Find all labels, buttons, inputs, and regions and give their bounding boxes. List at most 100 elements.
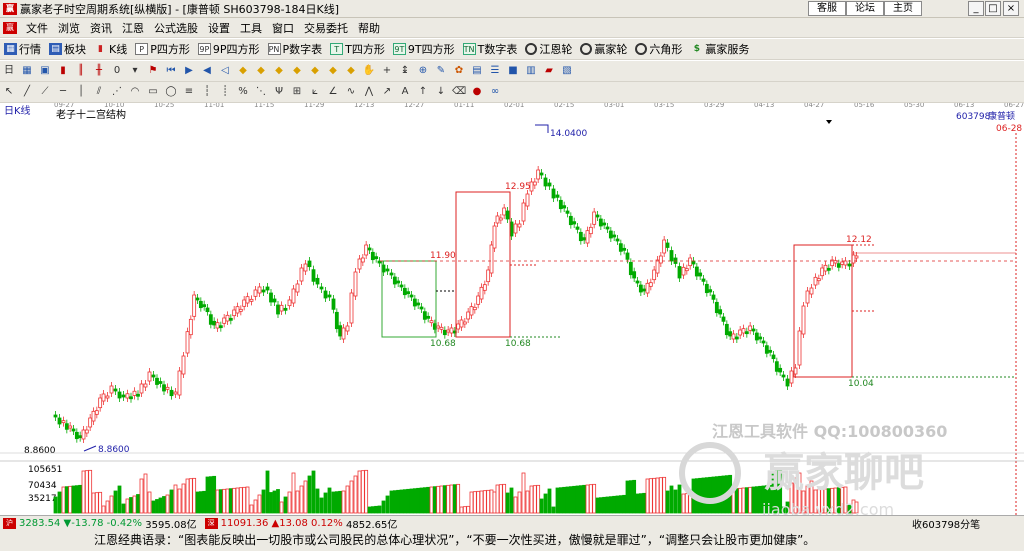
minimize-button[interactable]: _ (968, 1, 984, 16)
menu-window[interactable]: 窗口 (267, 20, 299, 36)
candle (283, 307, 288, 311)
volume-bar (406, 488, 411, 514)
menu-tools[interactable]: 工具 (235, 20, 267, 36)
toolbar-hexagon[interactable]: 六角形 (635, 41, 682, 57)
toolbar-p-square[interactable]: P P四方形 (135, 41, 190, 57)
first-icon[interactable]: ⏮ (164, 64, 178, 78)
toolbar-p-table[interactable]: PN P数字表 (267, 41, 322, 57)
diamond2-icon[interactable]: ◆ (254, 64, 268, 78)
diamond7-icon[interactable]: ◆ (344, 64, 358, 78)
forum-link[interactable]: 论坛 (846, 1, 884, 16)
save-icon[interactable]: ■ (506, 64, 520, 78)
edit-icon[interactable]: ✎ (434, 64, 448, 78)
toolbar-service[interactable]: $ 赢家服务 (690, 41, 750, 57)
angle-icon[interactable]: ∠ (326, 85, 340, 99)
down-arrow-icon[interactable]: ↓ (434, 85, 448, 99)
flag-icon[interactable]: ⚑ (146, 64, 160, 78)
cycle-icon[interactable]: ┆ (200, 85, 214, 99)
calendar-icon[interactable]: ▥ (524, 64, 538, 78)
toolbar-9t-square[interactable]: 9T 9T四方形 (392, 41, 455, 57)
menu-trade[interactable]: 交易委托 (299, 20, 353, 36)
pitchfork-icon[interactable]: Ψ (272, 85, 286, 99)
measure-icon[interactable]: ↨ (398, 64, 412, 78)
car-icon[interactable]: ▰ (542, 64, 556, 78)
candle (813, 276, 818, 286)
toolbar-t-square[interactable]: T T四方形 (330, 41, 385, 57)
fan-icon[interactable]: ⋰ (110, 85, 124, 99)
channel-icon[interactable]: ⫽ (92, 85, 106, 99)
arc-icon[interactable]: ◠ (128, 85, 142, 99)
menu-browse[interactable]: 浏览 (53, 20, 85, 36)
toolbar-quotes[interactable]: ▦ 行情 (4, 41, 41, 57)
color-icon[interactable]: ● (470, 85, 484, 99)
zigzag-icon[interactable]: ⋀ (362, 85, 376, 99)
menu-formula[interactable]: 公式选股 (149, 20, 203, 36)
dropdown-icon[interactable]: ▾ (128, 64, 142, 78)
ray-icon[interactable]: ⟋ (38, 85, 52, 99)
diamond-icon[interactable]: ◆ (236, 64, 250, 78)
cycle2-icon[interactable]: ┊ (218, 85, 232, 99)
close-button[interactable]: × (1003, 1, 1019, 16)
maximize-button[interactable]: □ (985, 1, 1001, 16)
export-icon[interactable]: ▧ (560, 64, 574, 78)
up-arrow-icon[interactable]: ↑ (416, 85, 430, 99)
diamond6-icon[interactable]: ◆ (326, 64, 340, 78)
rect-icon[interactable]: ▭ (146, 85, 160, 99)
prev-icon[interactable]: ◁ (218, 64, 232, 78)
vline-icon[interactable]: │ (74, 85, 88, 99)
hline-icon[interactable]: ─ (56, 85, 70, 99)
percent-icon[interactable]: % (236, 85, 250, 99)
diamond5-icon[interactable]: ◆ (308, 64, 322, 78)
bar-up-icon[interactable]: ╫ (92, 64, 106, 78)
kline-chart[interactable]: 09-27 10-10 10-25 11-01 11-15 11-29 12-13 12-27… (0, 103, 1024, 516)
list-icon[interactable]: ☰ (488, 64, 502, 78)
toolbar-kline[interactable]: ▮ K线 (94, 41, 127, 57)
paint-icon[interactable]: ✿ (452, 64, 466, 78)
candle (718, 309, 723, 315)
period-menu-icon[interactable]: 日 (2, 64, 16, 78)
box-icon[interactable]: ⊞ (290, 85, 304, 99)
menu-file[interactable]: 文件 (21, 20, 53, 36)
candle (147, 371, 152, 382)
ellipse-icon[interactable]: ◯ (164, 85, 178, 99)
value-icon[interactable]: 0 (110, 64, 124, 78)
eraser-icon[interactable]: ⌫ (452, 85, 466, 99)
menu-gann[interactable]: 江恩 (117, 20, 149, 36)
crosshair-icon[interactable]: + (380, 64, 394, 78)
toolbar-gann-wheel[interactable]: 江恩轮 (525, 41, 572, 57)
fib-icon[interactable]: ≡ (182, 85, 196, 99)
chart-canvas[interactable]: 09-27 10-10 10-25 11-01 11-15 11-29 12-13 12-27… (0, 103, 1024, 516)
trend-icon[interactable]: ↗ (380, 85, 394, 99)
menu-info[interactable]: 资讯 (85, 20, 117, 36)
back-icon[interactable]: ◀ (200, 64, 214, 78)
speed-icon[interactable]: ⟀ (308, 85, 322, 99)
menu-help[interactable]: 帮助 (353, 20, 385, 36)
toolbar-board[interactable]: ▤ 板块 (49, 41, 86, 57)
menu-settings[interactable]: 设置 (203, 20, 235, 36)
tile-icon[interactable]: ▤ (470, 64, 484, 78)
toolbar-t-table[interactable]: TN T数字表 (462, 41, 517, 57)
line-icon[interactable]: ╱ (20, 85, 34, 99)
bars-icon[interactable]: ║ (74, 64, 88, 78)
service-link[interactable]: 客服 (808, 1, 846, 16)
toolbar-9p-square[interactable]: 9P 9P四方形 (197, 41, 260, 57)
grid-icon[interactable]: ▦ (20, 64, 34, 78)
home-link[interactable]: 主页 (884, 1, 922, 16)
arrow-icon[interactable]: ↖ (2, 85, 16, 99)
ying-logo-icon: 赢 (3, 2, 17, 15)
text-icon[interactable]: A (398, 85, 412, 99)
volume-bar (71, 485, 76, 514)
clipboard-icon[interactable]: ▣ (38, 64, 52, 78)
wave-icon[interactable]: ∿ (344, 85, 358, 99)
diamond4-icon[interactable]: ◆ (290, 64, 304, 78)
candle-icon[interactable]: ▮ (56, 64, 70, 78)
hand-icon[interactable]: ✋ (362, 64, 376, 78)
diamond3-icon[interactable]: ◆ (272, 64, 286, 78)
zoom-icon[interactable]: ⊕ (416, 64, 430, 78)
volume-bar (109, 495, 114, 514)
toolbar-ying-wheel[interactable]: 赢家轮 (580, 41, 627, 57)
infinity-icon[interactable]: ∞ (488, 85, 502, 99)
candle (360, 257, 365, 263)
play-icon[interactable]: ▶ (182, 64, 196, 78)
gann-fan-icon[interactable]: ⋱ (254, 85, 268, 99)
